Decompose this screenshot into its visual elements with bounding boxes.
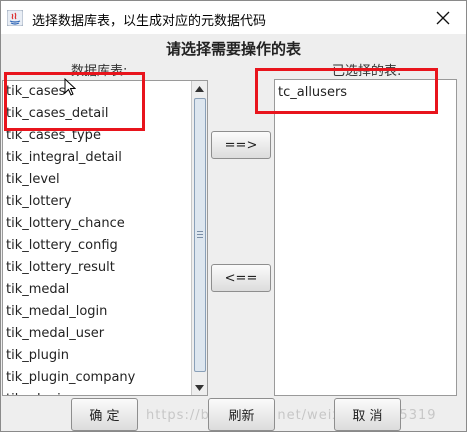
highlight-box-right [255,68,438,114]
database-table-item[interactable]: tik_lottery_config [3,235,207,257]
arrow-up-icon [195,85,204,92]
database-table-item[interactable]: tik_medal_user [3,323,207,345]
refresh-button[interactable]: 刷新 [208,398,275,431]
dialog-window: 选择数据库表，以生成对应的元数据代码 请选择需要操作的表 数据库表: 已选择的表… [0,0,467,432]
java-app-icon [7,10,23,26]
dialog-heading: 请选择需要操作的表 [165,40,301,58]
database-table-item[interactable]: tik_lottery_chance [3,213,207,235]
window-title: 选择数据库表，以生成对应的元数据代码 [32,14,267,29]
scroll-down-button[interactable] [192,380,207,395]
database-table-item[interactable]: tik_lottery [3,191,207,213]
scroll-up-button[interactable] [192,81,207,96]
title-bar[interactable]: 选择数据库表，以生成对应的元数据代码 [1,1,466,34]
database-table-item[interactable]: tik_level [3,169,207,191]
cancel-button[interactable]: 取 消 [334,398,401,431]
selected-tables-list[interactable]: tc_allusers [274,79,457,396]
close-button[interactable] [420,1,466,34]
grip-line [197,237,203,238]
vertical-scrollbar[interactable] [191,81,207,395]
ok-button[interactable]: 确 定 [71,398,138,431]
database-table-item[interactable]: tik_medal [3,279,207,301]
arrow-down-icon [195,384,204,391]
database-table-item[interactable]: tik_lottery_result [3,257,207,279]
grip-line [197,231,203,232]
close-icon [436,11,450,24]
grip-line [197,234,203,235]
database-table-item[interactable]: tik_plugin [3,345,207,367]
database-table-item[interactable]: tik_plugin_user [3,389,207,395]
move-left-button[interactable]: <== [211,264,271,292]
dialog-content: 请选择需要操作的表 数据库表: 已选择的表: tik_cases tik_case… [1,34,466,431]
move-right-button[interactable]: ==> [211,131,271,159]
database-table-item[interactable]: tik_medal_login [3,301,207,323]
mouse-cursor-icon [64,78,76,96]
database-table-item[interactable]: tik_integral_detail [3,147,207,169]
scrollbar-thumb[interactable] [194,98,206,372]
database-table-item[interactable]: tik_plugin_company [3,367,207,389]
